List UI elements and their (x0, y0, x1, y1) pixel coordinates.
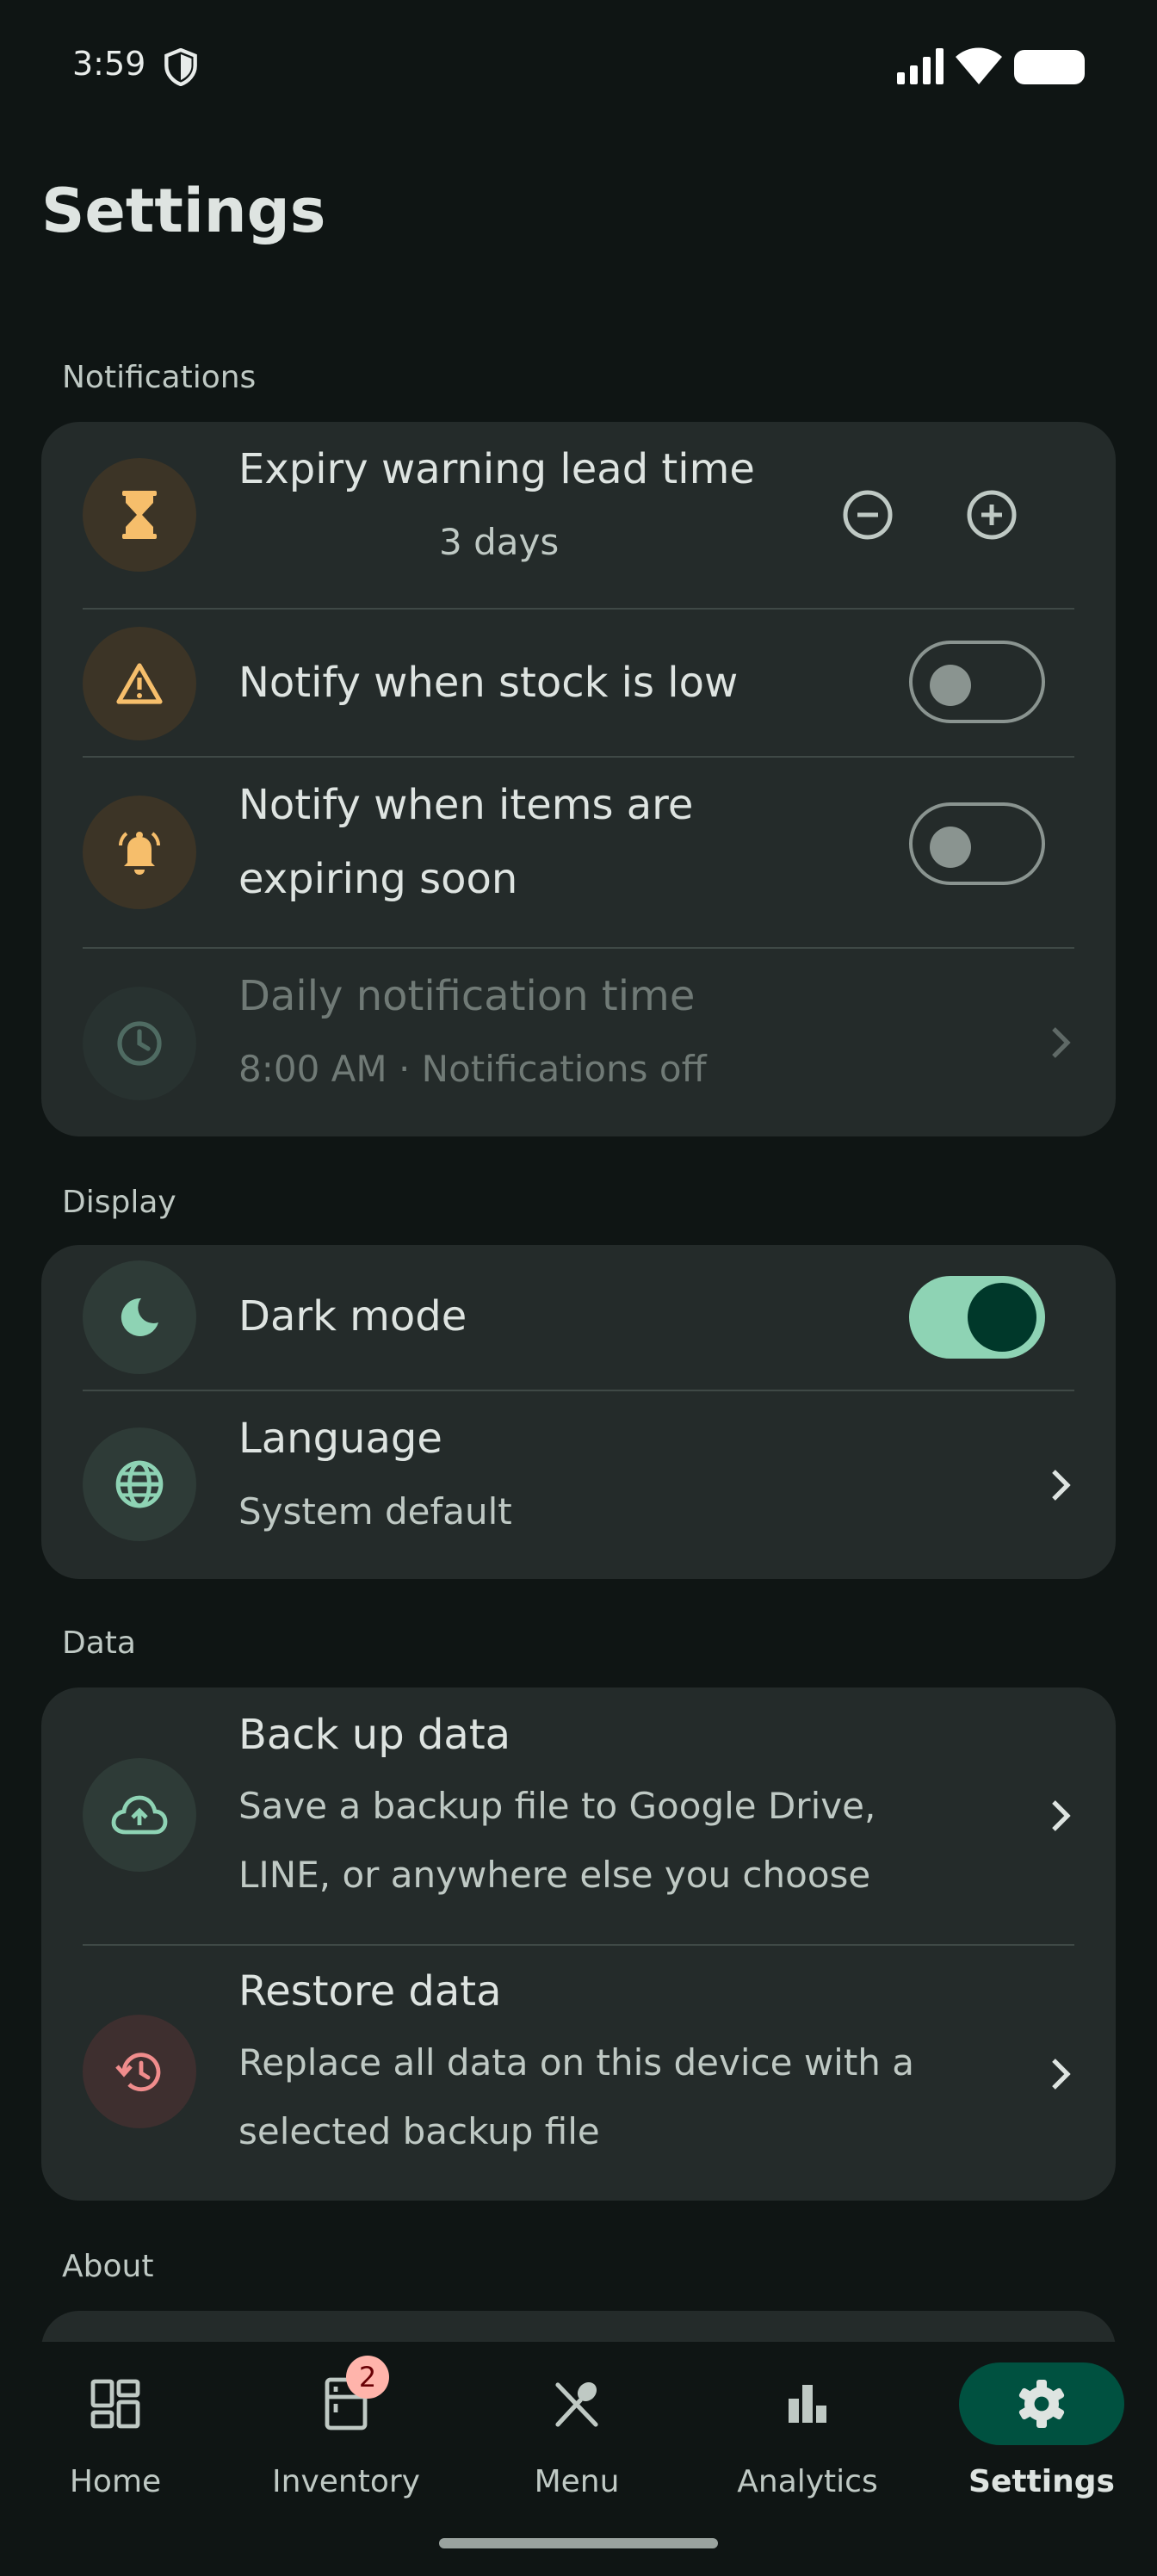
dashboard-icon (33, 2362, 198, 2445)
utensils-icon (494, 2362, 659, 2445)
backup-title: Back up data (238, 1711, 511, 1759)
section-label-display: Display (62, 1185, 176, 1220)
expiring-soon-title-line1: Notify when items are (238, 781, 694, 829)
minus-circle-icon (843, 490, 893, 540)
status-time: 3:59 (72, 45, 146, 83)
shield-icon (164, 48, 197, 86)
plus-circle-icon (967, 490, 1017, 540)
nav-settings[interactable]: Settings (926, 2342, 1157, 2514)
backup-subtitle-line1: Save a backup file to Google Drive, (238, 1785, 876, 1827)
clock-icon (83, 987, 196, 1100)
restore-history-icon (83, 2015, 196, 2128)
home-indicator (439, 2538, 718, 2548)
moon-icon (83, 1260, 196, 1374)
hourglass-icon (83, 458, 196, 572)
wifi-icon (956, 47, 1002, 84)
battery-icon (1014, 50, 1085, 84)
dark-mode-title: Dark mode (238, 1292, 467, 1341)
dark-mode-toggle[interactable] (909, 1276, 1045, 1359)
inventory-badge: 2 (346, 2356, 389, 2399)
restore-subtitle-line2: selected backup file (238, 2110, 600, 2152)
gear-icon (959, 2362, 1124, 2445)
daily-notification-time-row[interactable]: Daily notification time 8:00 AM · Notifi… (41, 949, 1116, 1136)
chevron-right-icon (1040, 1794, 1083, 1837)
globe-icon (83, 1427, 196, 1541)
language-row[interactable]: Language System default (41, 1391, 1116, 1579)
expiry-lead-time-row: Expiry warning lead time 3 days (41, 422, 1116, 608)
nav-settings-label: Settings (968, 2464, 1115, 2499)
notifications-card: Expiry warning lead time 3 days Notify w… (41, 422, 1116, 1136)
status-bar: 3:59 (0, 0, 1157, 138)
backup-row[interactable]: Back up data Save a backup file to Googl… (41, 1687, 1116, 1944)
dark-mode-row[interactable]: Dark mode (41, 1245, 1116, 1390)
stock-low-row[interactable]: Notify when stock is low (41, 610, 1116, 756)
chevron-right-icon (1040, 2053, 1083, 2096)
nav-home[interactable]: Home (0, 2342, 231, 2514)
language-subtitle: System default (238, 1490, 512, 1533)
nav-analytics[interactable]: Analytics (692, 2342, 923, 2514)
nav-home-label: Home (69, 2464, 162, 2499)
cloud-upload-icon (83, 1758, 196, 1872)
restore-subtitle-line1: Replace all data on this device with a (238, 2041, 915, 2084)
daily-notification-time-title: Daily notification time (238, 972, 696, 1020)
section-label-about: About (62, 2249, 154, 2284)
nav-menu-label: Menu (534, 2464, 620, 2499)
section-label-data: Data (62, 1625, 136, 1661)
display-card: Dark mode Language System default (41, 1245, 1116, 1579)
expiring-soon-toggle[interactable] (909, 802, 1045, 885)
page-title: Settings (41, 176, 326, 246)
language-title: Language (238, 1415, 442, 1463)
backup-subtitle-line2: LINE, or anywhere else you choose (238, 1854, 871, 1896)
stock-low-toggle[interactable] (909, 641, 1045, 723)
data-card: Back up data Save a backup file to Googl… (41, 1687, 1116, 2201)
expiry-lead-time-title: Expiry warning lead time (238, 445, 755, 493)
stock-low-title: Notify when stock is low (238, 659, 739, 707)
chevron-right-icon (1040, 1021, 1083, 1064)
restore-row[interactable]: Restore data Replace all data on this de… (41, 1946, 1116, 2201)
decrease-button[interactable] (833, 480, 902, 549)
chevron-right-icon (1040, 1464, 1083, 1507)
restore-title: Restore data (238, 1967, 502, 2016)
expiring-soon-title-line2: expiring soon (238, 855, 518, 903)
bar-chart-icon (725, 2362, 890, 2445)
nav-inventory-label: Inventory (272, 2464, 420, 2499)
bell-ring-icon (83, 796, 196, 909)
nav-inventory[interactable]: 2 Inventory (231, 2342, 461, 2514)
nav-analytics-label: Analytics (737, 2464, 878, 2499)
section-label-notifications: Notifications (62, 360, 257, 395)
fridge-icon: 2 (263, 2356, 429, 2445)
signal-icon (897, 48, 944, 84)
daily-notification-time-subtitle: 8:00 AM · Notifications off (238, 1048, 707, 1090)
expiry-lead-time-value: 3 days (439, 521, 560, 563)
expiring-soon-row[interactable]: Notify when items are expiring soon (41, 758, 1116, 947)
nav-menu[interactable]: Menu (461, 2342, 692, 2514)
increase-button[interactable] (957, 480, 1026, 549)
warning-icon (83, 627, 196, 740)
